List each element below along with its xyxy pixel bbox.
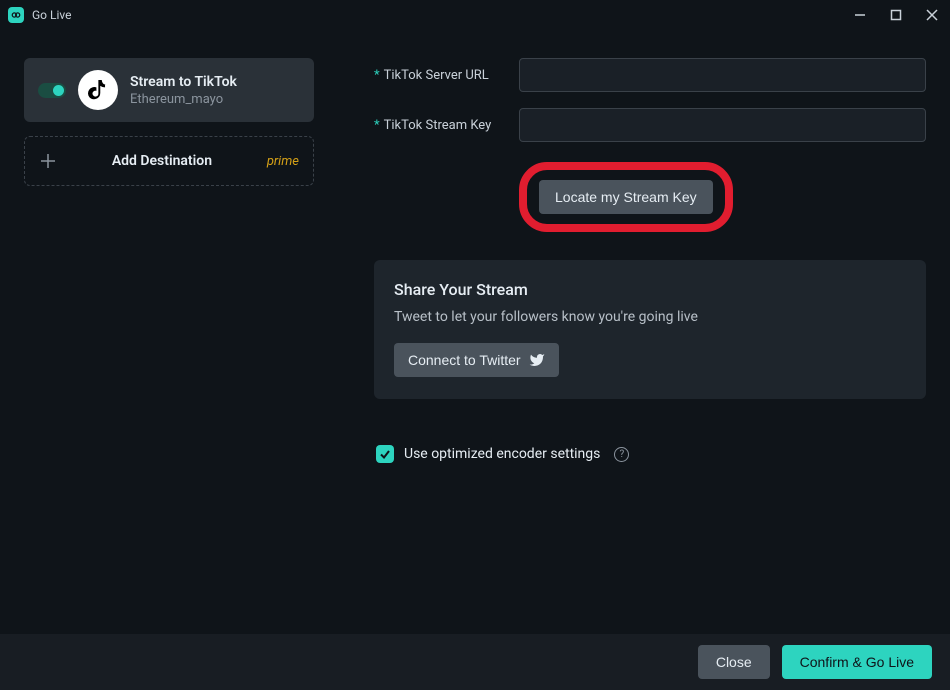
share-description: Tweet to let your followers know you're … (394, 309, 906, 325)
destinations-sidebar: Stream to TikTok Ethereum_mayo Add Desti… (24, 58, 314, 634)
connect-twitter-button[interactable]: Connect to Twitter (394, 343, 559, 377)
destination-toggle[interactable] (38, 83, 66, 98)
main-content: Stream to TikTok Ethereum_mayo Add Desti… (0, 30, 950, 634)
confirm-go-live-button[interactable]: Confirm & Go Live (782, 645, 932, 679)
destination-title: Stream to TikTok (130, 74, 237, 90)
dialog-footer: Close Confirm & Go Live (0, 634, 950, 690)
window-controls (850, 5, 942, 25)
close-button[interactable]: Close (698, 645, 770, 679)
help-icon[interactable]: ? (614, 447, 629, 462)
window-title: Go Live (32, 8, 850, 22)
server-url-input[interactable] (519, 58, 926, 92)
settings-panel: TikTok Server URL TikTok Stream Key Loca… (374, 58, 926, 634)
server-url-row: TikTok Server URL (374, 58, 926, 92)
share-title: Share Your Stream (394, 280, 906, 299)
locate-button-wrap: Locate my Stream Key (519, 162, 926, 232)
add-destination-button[interactable]: Add Destination prime (24, 136, 314, 186)
encoder-settings-row: Use optimized encoder settings ? (376, 445, 926, 463)
window-titlebar: Go Live (0, 0, 950, 30)
minimize-button[interactable] (850, 5, 870, 25)
stream-key-input[interactable] (519, 108, 926, 142)
close-window-button[interactable] (922, 5, 942, 25)
highlight-annotation: Locate my Stream Key (519, 162, 733, 232)
stream-key-label: TikTok Stream Key (374, 118, 519, 133)
server-url-label: TikTok Server URL (374, 68, 519, 83)
locate-stream-key-button[interactable]: Locate my Stream Key (539, 180, 713, 214)
twitter-icon (529, 352, 545, 368)
plus-icon (39, 152, 57, 170)
maximize-button[interactable] (886, 5, 906, 25)
connect-twitter-label: Connect to Twitter (408, 352, 521, 368)
tiktok-icon (78, 70, 118, 110)
prime-badge: prime (267, 154, 299, 169)
app-icon (8, 7, 24, 23)
destination-text: Stream to TikTok Ethereum_mayo (130, 74, 237, 107)
add-destination-label: Add Destination (75, 153, 249, 169)
encoder-label: Use optimized encoder settings (404, 446, 600, 462)
destination-tiktok[interactable]: Stream to TikTok Ethereum_mayo (24, 58, 314, 122)
share-stream-card: Share Your Stream Tweet to let your foll… (374, 260, 926, 399)
encoder-checkbox[interactable] (376, 445, 394, 463)
stream-key-row: TikTok Stream Key (374, 108, 926, 142)
destination-subtitle: Ethereum_mayo (130, 92, 237, 107)
